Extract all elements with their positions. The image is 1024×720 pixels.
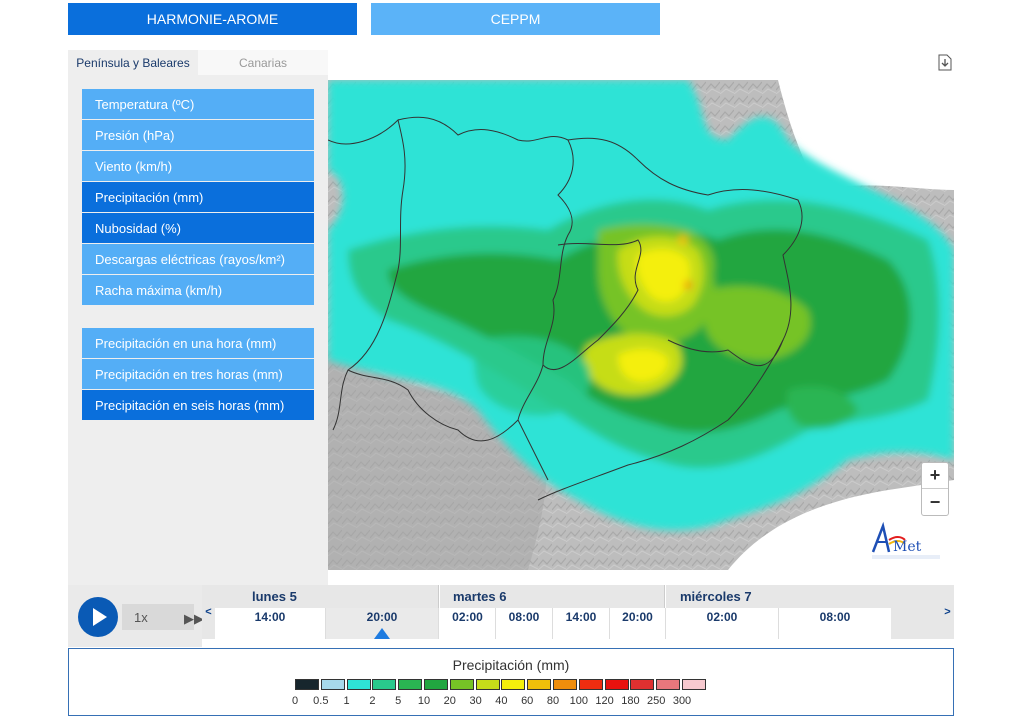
model-button-ceppm[interactable]: CEPPM — [371, 3, 660, 35]
legend-swatch — [449, 679, 474, 690]
legend-label: 60 — [521, 695, 534, 707]
timeline-day-lunes: lunes 5 — [215, 585, 439, 608]
legend-swatch — [320, 679, 345, 690]
timeline-day-miercoles: miércoles 7 — [666, 585, 891, 608]
legend-swatch — [656, 679, 681, 690]
variable-racha-maxima[interactable]: Racha máxima (km/h) — [82, 275, 314, 305]
legend-label: 80 — [546, 695, 560, 707]
play-icon — [93, 608, 107, 626]
speed-label: 1x — [134, 609, 148, 625]
legend-swatch — [475, 679, 500, 690]
timeline-marker-icon — [374, 628, 390, 639]
zoom-control: + − — [921, 462, 949, 516]
timeline-time-slot[interactable]: 02:00 — [666, 608, 779, 639]
precip-option-tres-horas[interactable]: Precipitación en tres horas (mm) — [82, 359, 314, 389]
speed-selector[interactable]: 1x ▶▶ — [122, 604, 204, 630]
timeline-time-slot[interactable]: 08:00 — [779, 608, 891, 639]
tab-canarias[interactable]: Canarias — [198, 50, 328, 75]
model-button-harmonie-arome[interactable]: HARMONIE-AROME — [68, 3, 357, 35]
selected-time-label: 20:00 — [366, 610, 398, 624]
legend-swatch — [372, 679, 397, 690]
variable-viento[interactable]: Viento (km/h) — [82, 151, 314, 181]
tab-peninsula-baleares[interactable]: Península y Baleares — [68, 50, 198, 75]
legend-label: 120 — [595, 695, 614, 707]
precipitation-legend: Precipitación (mm) 0 0.5 1 2 5 10 20 30 40 60 80 10… — [68, 648, 954, 716]
variable-presion[interactable]: Presión (hPa) — [82, 120, 314, 150]
legend-label: 20 — [443, 695, 456, 707]
timeline: < > lunes 5 martes 6 miércoles 7 14:00 2… — [202, 585, 954, 639]
timeline-time-slot[interactable]: 08:00 — [496, 608, 553, 639]
legend-swatch — [398, 679, 423, 690]
legend-label: 10 — [417, 695, 431, 707]
aemet-logo: Met — [867, 518, 945, 562]
legend-label: 180 — [621, 695, 640, 707]
precip-option-seis-horas[interactable]: Precipitación en seis horas (mm) — [82, 390, 314, 420]
svg-text:Met: Met — [893, 539, 922, 555]
zoom-out-button[interactable]: − — [922, 489, 948, 515]
legend-label: 1 — [343, 695, 350, 707]
legend-label: 0.5 — [313, 695, 329, 707]
variable-temperatura[interactable]: Temperatura (ºC) — [82, 89, 314, 119]
timeline-next-button[interactable]: > — [941, 585, 954, 639]
precip-option-una-hora[interactable]: Precipitación en una hora (mm) — [82, 328, 314, 358]
timeline-end-area — [891, 585, 941, 639]
legend-label: 30 — [469, 695, 482, 707]
zoom-in-button[interactable]: + — [922, 463, 948, 489]
precipitation-map[interactable] — [328, 80, 954, 570]
legend-swatch — [630, 679, 655, 690]
legend-swatch — [346, 679, 371, 690]
legend-label: 2 — [369, 695, 376, 707]
legend-label: 300 — [672, 695, 692, 707]
legend-label: 100 — [569, 695, 588, 707]
play-button[interactable] — [78, 597, 118, 637]
legend-label: 0 — [291, 695, 299, 707]
legend-swatch — [527, 679, 552, 690]
variable-panel: Península y Baleares Canarias Temperatur… — [68, 50, 328, 585]
legend-swatch — [604, 679, 629, 690]
legend-label: 5 — [395, 695, 402, 707]
variable-precipitacion[interactable]: Precipitación (mm) — [82, 182, 314, 212]
timeline-time-slot[interactable]: 14:00 — [553, 608, 610, 639]
variable-nubosidad[interactable]: Nubosidad (%) — [82, 213, 314, 243]
legend-swatch — [501, 679, 526, 690]
legend-title: Precipitación (mm) — [452, 657, 570, 673]
timeline-time-slot[interactable]: 14:00 — [215, 608, 326, 639]
legend-swatch — [295, 679, 319, 690]
timeline-time-slot[interactable]: 20:00 — [610, 608, 666, 639]
legend-label: 40 — [495, 695, 508, 707]
legend-label: 250 — [647, 695, 666, 707]
legend-swatch — [682, 679, 706, 690]
download-icon[interactable] — [938, 54, 952, 71]
legend-swatch — [578, 679, 603, 690]
timeline-time-slot[interactable]: 02:00 — [440, 608, 496, 639]
timeline-prev-button[interactable]: < — [202, 585, 215, 639]
variable-descargas-electricas[interactable]: Descargas eléctricas (rayos/km²) — [82, 244, 314, 274]
animation-player: 1x ▶▶ — [68, 585, 204, 647]
timeline-day-martes: martes 6 — [440, 585, 665, 608]
legend-swatch — [424, 679, 448, 690]
fast-forward-icon[interactable]: ▶▶ — [184, 611, 204, 627]
legend-swatch — [553, 679, 577, 690]
